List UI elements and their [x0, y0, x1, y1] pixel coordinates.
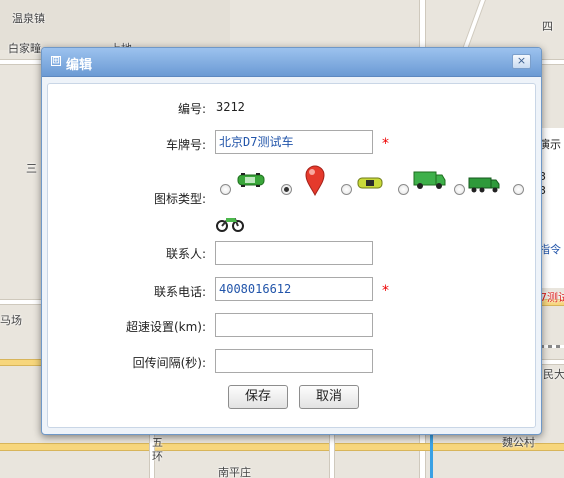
interval-label: 回传间隔(秒):: [132, 356, 206, 370]
map-label: 温泉镇: [12, 12, 45, 25]
number-value: 3212: [216, 100, 245, 114]
phone-input[interactable]: 4008016612: [215, 277, 373, 301]
dialog-title: 编辑: [66, 58, 93, 73]
icon-type-label: 图标类型:: [153, 192, 206, 206]
speed-input[interactable]: [215, 313, 373, 337]
map-label: 魏公村: [502, 436, 535, 449]
map-label: 马场: [0, 314, 22, 327]
plate-label: 车牌号:: [165, 138, 206, 152]
green-van-icon: [413, 171, 446, 189]
map-label: 民大: [543, 368, 564, 381]
plate-input[interactable]: 北京D7测试车: [215, 130, 373, 154]
interval-input[interactable]: [215, 349, 373, 373]
dialog-menu-icon: ⊞: [51, 56, 61, 66]
icon-type-radio-yellow-car[interactable]: [341, 184, 352, 195]
map-label: 环: [152, 450, 163, 463]
icon-type-radio-pin[interactable]: [281, 184, 292, 195]
close-button[interactable]: ×: [512, 54, 531, 69]
contact-label: 联系人:: [165, 247, 206, 261]
contact-input[interactable]: [215, 241, 373, 265]
map-label: 7测试: [540, 291, 564, 304]
side-panel-text: 演示: [539, 138, 561, 151]
yellow-car-icon: [357, 177, 383, 189]
red-location-pin-icon: [305, 165, 325, 196]
green-car-icon: [237, 173, 265, 187]
dialog-titlebar[interactable]: ⊞ 编辑 ×: [42, 48, 541, 77]
phone-label: 联系电话:: [153, 285, 206, 299]
icon-type-radio-truck[interactable]: [454, 184, 465, 195]
speed-label: 超速设置(km):: [125, 320, 206, 334]
number-label: 编号:: [177, 102, 206, 116]
edit-dialog: ⊞ 编辑 × 编号: 3212 车牌号: 北京D7测试车 * 图标类型: 联系人…: [41, 47, 542, 435]
map-label: 南平庄: [218, 466, 251, 478]
plate-required-mark: *: [382, 136, 389, 152]
icon-type-radio-van[interactable]: [398, 184, 409, 195]
map-label: 白家疃: [8, 42, 41, 55]
side-panel-text: 指令: [539, 243, 561, 256]
map-label: 三: [26, 162, 37, 175]
map-label: 四: [542, 20, 553, 33]
cancel-button[interactable]: 取消: [299, 385, 359, 409]
green-truck-icon: [468, 177, 500, 193]
motorcycle-icon: [216, 218, 244, 232]
icon-type-radio-motorcycle[interactable]: [513, 184, 524, 195]
save-button[interactable]: 保存: [228, 385, 288, 409]
dialog-form: 编号: 3212 车牌号: 北京D7测试车 * 图标类型: 联系人: 联系电话:…: [47, 83, 536, 428]
icon-type-radio-green-car[interactable]: [220, 184, 231, 195]
phone-required-mark: *: [382, 283, 389, 299]
